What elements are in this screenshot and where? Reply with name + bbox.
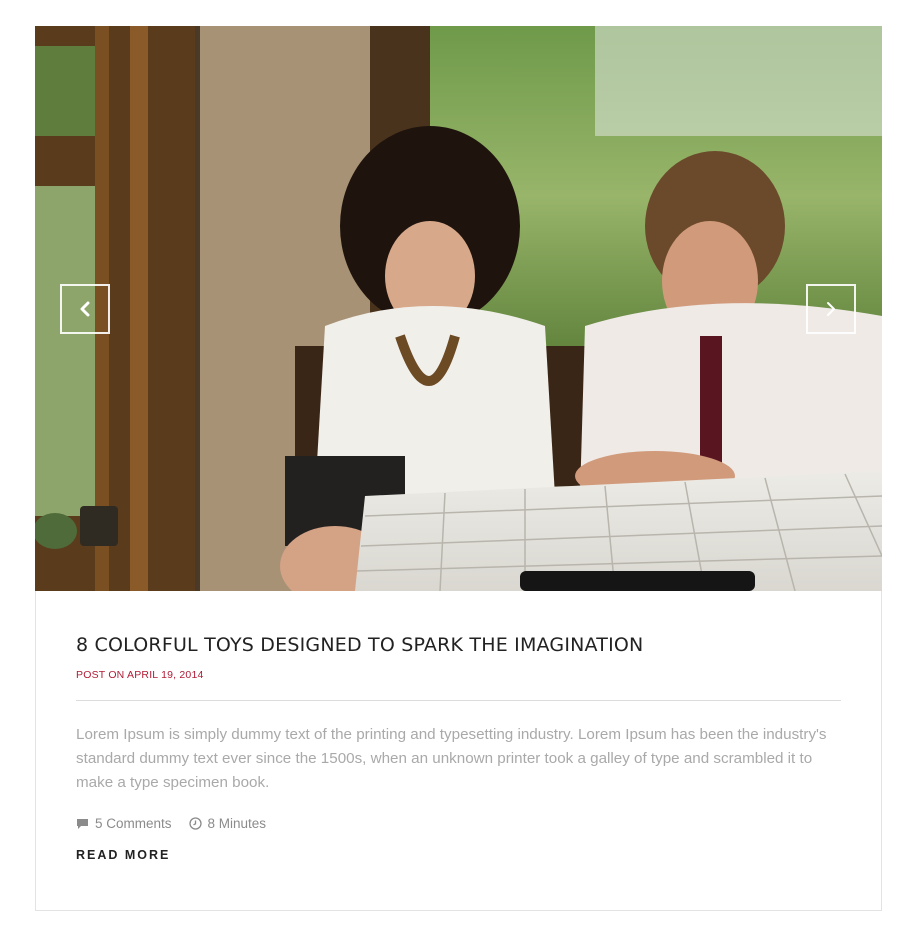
comments-count: 5 Comments (95, 816, 172, 831)
post-meta: 5 Comments 8 Minutes (76, 816, 841, 831)
blog-post-card: 8 COLORFUL TOYS DESIGNED TO SPARK THE IM… (35, 26, 882, 911)
post-title[interactable]: 8 COLORFUL TOYS DESIGNED TO SPARK THE IM… (76, 634, 841, 656)
post-date: POST ON APRIL 19, 2014 (76, 669, 204, 681)
slider-next-button[interactable] (806, 284, 856, 334)
clock-icon (188, 817, 202, 830)
comments-link[interactable]: 5 Comments (76, 816, 172, 831)
post-body: 8 COLORFUL TOYS DESIGNED TO SPARK THE IM… (76, 634, 841, 864)
comment-icon (77, 818, 88, 829)
read-time: 8 Minutes (188, 816, 267, 831)
post-excerpt: Lorem Ipsum is simply dummy text of the … (76, 726, 827, 791)
chevron-right-icon (827, 302, 835, 316)
image-slider[interactable] (35, 26, 882, 591)
read-more-link[interactable]: READ MORE (76, 848, 170, 862)
read-time-label: 8 Minutes (207, 816, 267, 831)
post-image (35, 26, 882, 591)
divider (76, 700, 841, 701)
chevron-left-icon (80, 301, 90, 317)
slider-prev-button[interactable] (60, 284, 110, 334)
